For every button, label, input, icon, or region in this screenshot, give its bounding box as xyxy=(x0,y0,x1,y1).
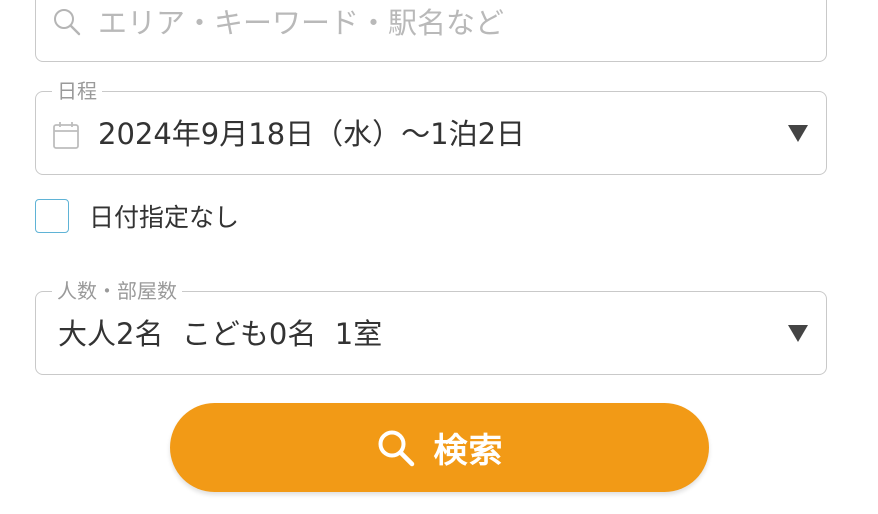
schedule-value: 2024年9月18日（水）～1泊2日 xyxy=(98,117,526,151)
keyword-input[interactable] xyxy=(98,3,798,43)
keyword-field[interactable] xyxy=(35,0,827,62)
no-date-checkbox[interactable] xyxy=(35,199,69,233)
search-form: 日程 2024年9月18日（水）～1泊2日 日付指定なし 人数・部屋数 大人2名… xyxy=(0,0,878,514)
triangle-down-icon xyxy=(788,325,808,342)
triangle-down-icon xyxy=(788,125,808,142)
no-date-label: 日付指定なし xyxy=(89,203,240,232)
search-icon xyxy=(54,9,81,36)
guests-rooms-legend: 人数・部屋数 xyxy=(52,278,182,304)
calendar-icon xyxy=(53,122,79,149)
no-date-option[interactable]: 日付指定なし xyxy=(35,198,239,234)
search-button-label: 検索 xyxy=(433,431,504,471)
search-button[interactable]: 検索 xyxy=(170,403,709,492)
guests-rooms-select[interactable]: 人数・部屋数 大人2名 こども0名 1室 xyxy=(35,278,827,375)
schedule-select[interactable]: 日程 2024年9月18日（水）～1泊2日 xyxy=(35,78,827,175)
guests-rooms-value: 大人2名 こども0名 1室 xyxy=(58,317,383,351)
schedule-legend: 日程 xyxy=(52,78,102,104)
search-icon xyxy=(378,430,414,466)
